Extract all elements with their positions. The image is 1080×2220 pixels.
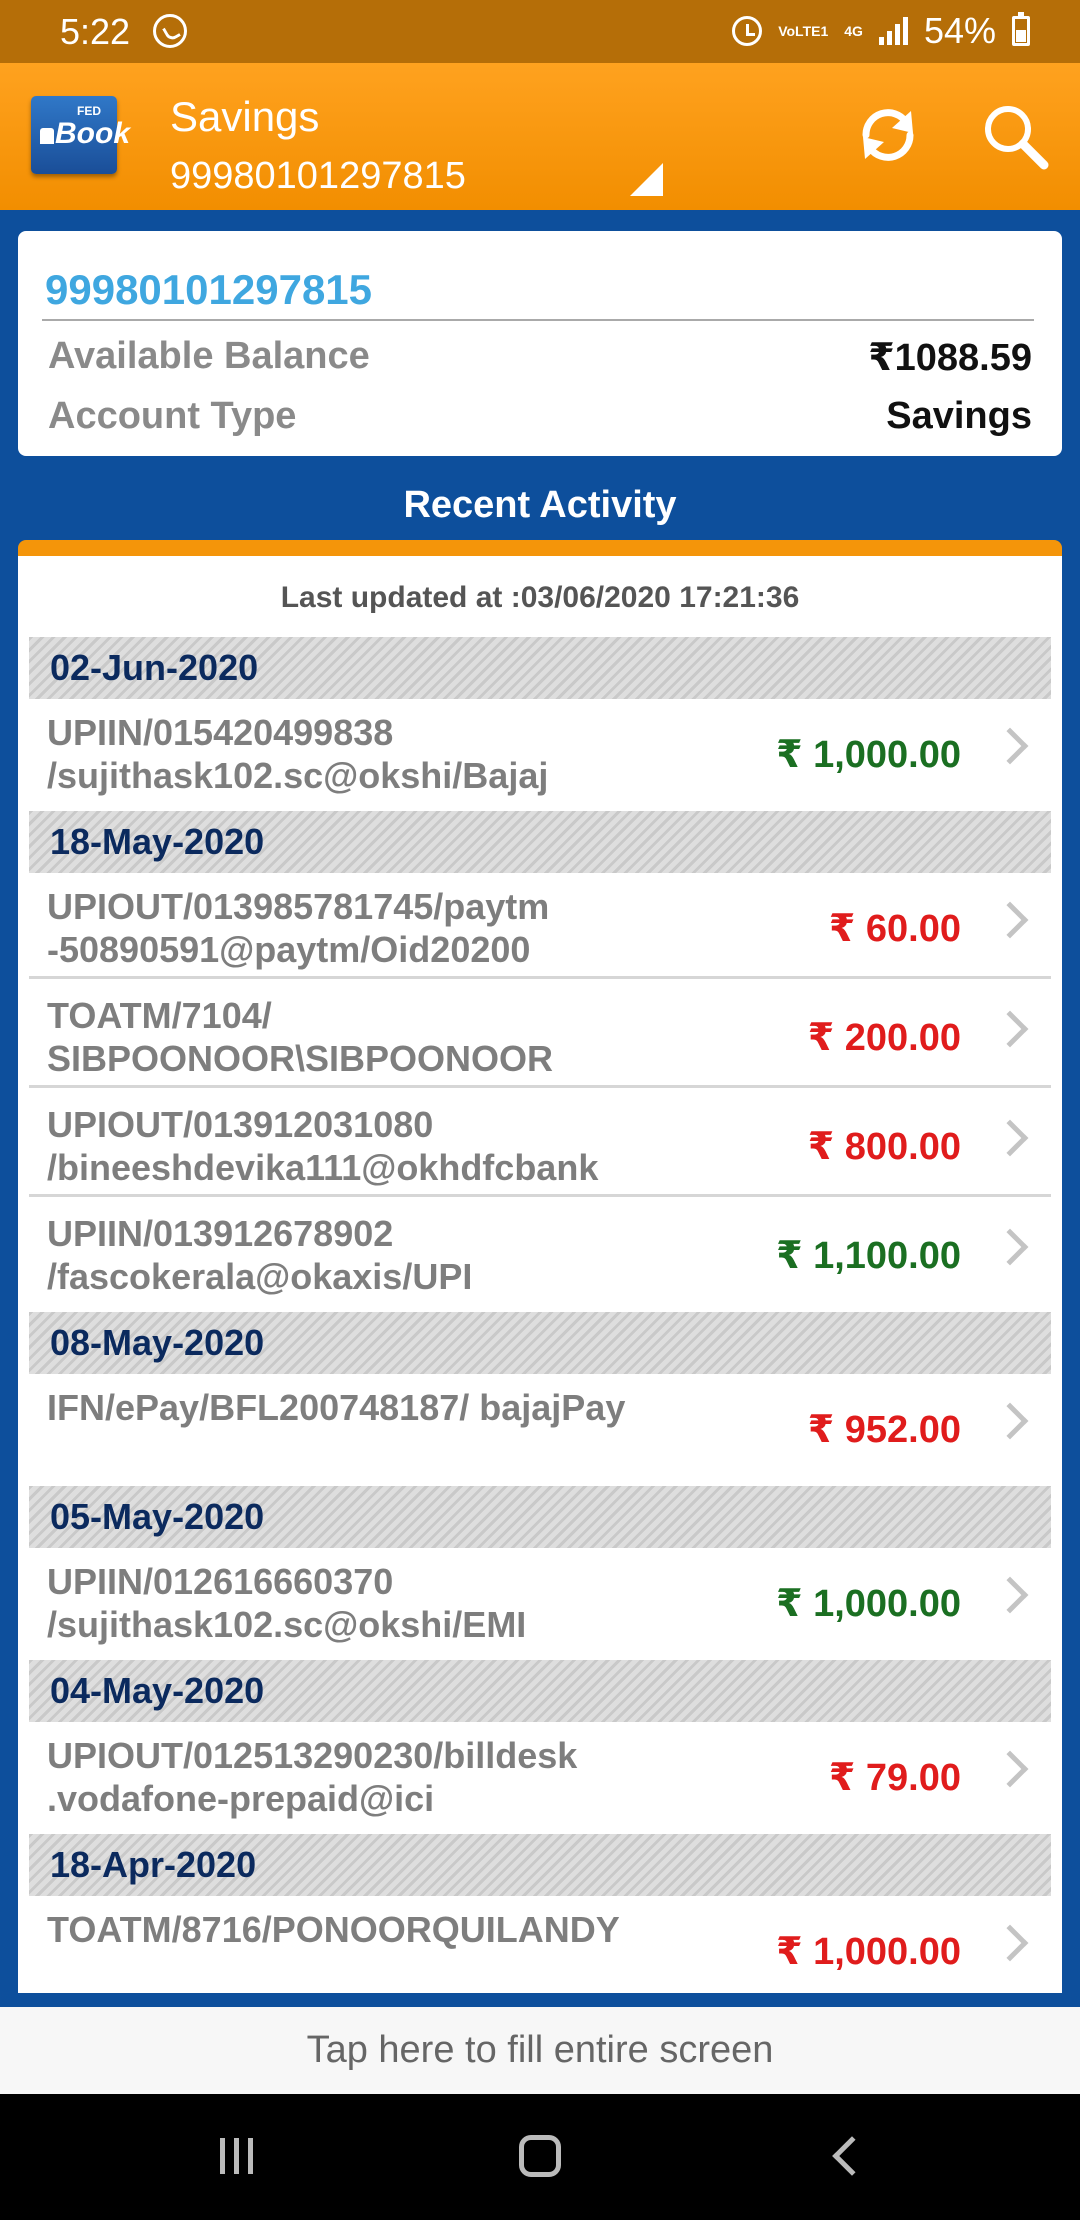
- app-bar: FED Book Savings 99980101297815: [0, 63, 1080, 210]
- transaction-row[interactable]: TOATM/8716/PONOORQUILANDY ₹ 1,000.00: [29, 1896, 1051, 1993]
- status-icons: VoLTE1 4G 54%: [732, 10, 1030, 52]
- transaction-amount: ₹ 1,000.00: [776, 1583, 961, 1625]
- transaction-row[interactable]: UPIIN/015420499838 /sujithask102.sc@oksh…: [29, 699, 1051, 805]
- transaction-amount: ₹ 60.00: [828, 908, 961, 950]
- account-number: 99980101297815: [45, 266, 373, 313]
- transaction-amount: ₹ 1,100.00: [776, 1235, 961, 1277]
- transaction-description: UPIIN/013912678902 /fascokerala@okaxis/U…: [47, 1213, 473, 1297]
- transaction-row[interactable]: UPIIN/012616660370 /sujithask102.sc@oksh…: [29, 1548, 1051, 1654]
- available-balance-label: Available Balance: [48, 335, 370, 377]
- transaction-description: IFN/ePay/BFL200748187/ bajajPay: [47, 1387, 626, 1428]
- chevron-right-icon: [991, 1576, 1029, 1614]
- chevron-right-icon: [991, 1010, 1029, 1048]
- date-label: 04-May-2020: [50, 1670, 265, 1711]
- date-label: 05-May-2020: [50, 1496, 265, 1537]
- last-updated: Last updated at :03/06/2020 17:21:36: [280, 581, 800, 614]
- chevron-right-icon: [991, 727, 1029, 765]
- date-label: 02-Jun-2020: [50, 647, 259, 688]
- transaction-row[interactable]: UPIIN/013912678902 /fascokerala@okaxis/U…: [29, 1200, 1051, 1306]
- logo-text-main: Book: [55, 117, 130, 150]
- recent-activity-list[interactable]: Last updated at :03/06/2020 17:21:36 02-…: [18, 556, 1062, 1993]
- transaction-description: UPIOUT/013985781745/paytm -50890591@payt…: [47, 886, 550, 970]
- account-type-title[interactable]: Savings: [170, 93, 319, 141]
- account-number-selector[interactable]: 99980101297815: [170, 155, 466, 210]
- transaction-row[interactable]: TOATM/7104/ SIBPOONOOR\SIBPOONOOR ₹ 200.…: [29, 982, 1051, 1088]
- chevron-right-icon: [991, 1924, 1029, 1962]
- account-type-label: Account Type: [48, 395, 297, 437]
- transaction-amount: ₹ 1,000.00: [776, 1931, 961, 1973]
- date-header: 18-May-2020: [29, 811, 1051, 873]
- dropdown-triangle-icon[interactable]: [630, 163, 663, 196]
- chevron-right-icon: [991, 1228, 1029, 1266]
- transaction-description: TOATM/7104/ SIBPOONOOR\SIBPOONOOR: [47, 995, 554, 1079]
- battery-percent: 54%: [923, 10, 996, 51]
- chevron-right-icon: [991, 1750, 1029, 1788]
- fedbook-logo[interactable]: FED Book: [31, 96, 130, 174]
- date-label: 08-May-2020: [50, 1322, 265, 1363]
- status-bar: 5:22 VoLTE1 4G 54%: [0, 0, 1080, 63]
- status-time: 5:22: [60, 11, 131, 52]
- account-type-value: Savings: [886, 395, 1032, 437]
- back-icon[interactable]: [832, 2136, 872, 2176]
- date-header: 08-May-2020: [29, 1312, 1051, 1374]
- whatsapp-icon: [153, 14, 187, 48]
- network-type-icon: 4G: [844, 22, 863, 39]
- alarm-icon: [732, 16, 763, 46]
- date-header: 02-Jun-2020: [29, 637, 1051, 699]
- date-label: 18-Apr-2020: [50, 1844, 257, 1885]
- transaction-amount: ₹ 1,000.00: [776, 734, 961, 776]
- account-summary-card: 99980101297815 Available Balance ₹1088.5…: [18, 231, 1062, 456]
- signal-icon: [878, 17, 908, 45]
- transaction-row[interactable]: UPIOUT/013985781745/paytm -50890591@payt…: [29, 873, 1051, 979]
- fill-screen-banner[interactable]: Tap here to fill entire screen: [0, 2007, 1080, 2094]
- battery-icon: [1012, 12, 1030, 46]
- transaction-row[interactable]: UPIOUT/012513290230/billdesk .vodafone-p…: [29, 1722, 1051, 1828]
- transaction-amount: ₹ 800.00: [807, 1126, 961, 1168]
- logo-text-top: FED: [77, 104, 101, 118]
- date-label: 18-May-2020: [50, 821, 265, 862]
- transaction-description: UPIIN/012616660370 /sujithask102.sc@oksh…: [47, 1561, 527, 1645]
- transaction-amount: ₹ 79.00: [828, 1757, 961, 1799]
- transaction-row[interactable]: UPIOUT/013912031080 /bineeshdevika111@ok…: [29, 1091, 1051, 1197]
- transaction-description: UPIIN/015420499838 /sujithask102.sc@oksh…: [47, 712, 549, 796]
- date-header: 04-May-2020: [29, 1660, 1051, 1722]
- chevron-right-icon: [991, 1402, 1029, 1440]
- recents-icon[interactable]: [218, 2138, 258, 2174]
- home-icon[interactable]: [519, 2135, 561, 2177]
- logo-mark: [40, 128, 54, 144]
- transaction-row[interactable]: IFN/ePay/BFL200748187/ bajajPay ₹ 952.00: [29, 1374, 1051, 1480]
- transaction-description: UPIOUT/012513290230/billdesk .vodafone-p…: [47, 1735, 578, 1819]
- navigation-bar: [0, 2094, 1080, 2220]
- volte-icon: VoLTE1: [778, 22, 829, 39]
- transaction-description: UPIOUT/013912031080 /bineeshdevika111@ok…: [47, 1104, 599, 1188]
- chevron-right-icon: [991, 901, 1029, 939]
- transaction-amount: ₹ 200.00: [807, 1017, 961, 1059]
- chevron-right-icon: [991, 1119, 1029, 1157]
- refresh-icon[interactable]: [856, 103, 920, 167]
- transaction-description: TOATM/8716/PONOORQUILANDY: [47, 1909, 620, 1950]
- recent-activity-strip: [18, 540, 1062, 556]
- date-header: 05-May-2020: [29, 1486, 1051, 1548]
- date-header: 18-Apr-2020: [29, 1834, 1051, 1896]
- available-balance-value: ₹1088.59: [868, 337, 1032, 379]
- recent-activity-title: Recent Activity: [403, 484, 677, 526]
- card-divider: [42, 319, 1034, 321]
- search-icon[interactable]: [980, 101, 1050, 171]
- transaction-amount: ₹ 952.00: [807, 1409, 961, 1451]
